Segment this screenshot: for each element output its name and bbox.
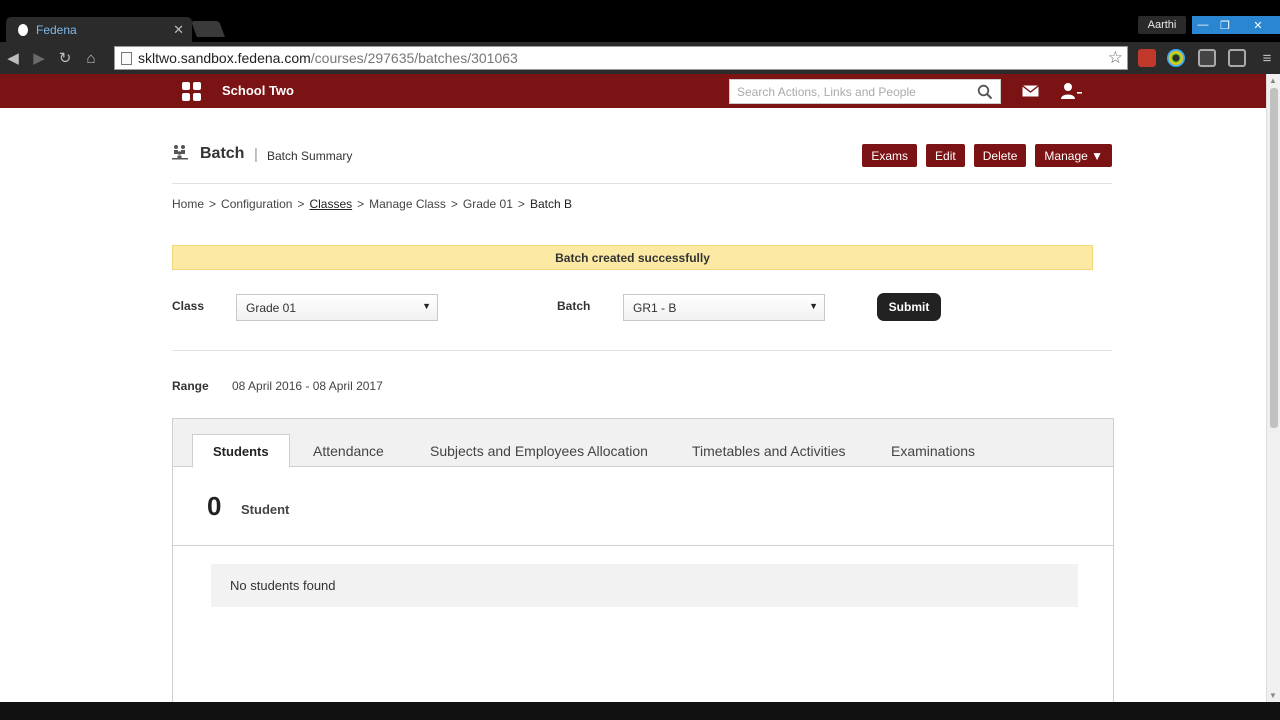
breadcrumb-separator: > [297,197,305,211]
breadcrumb-configuration[interactable]: Configuration [221,197,292,211]
url-host: skltwo.sandbox.fedena.com [138,50,311,66]
new-tab-button[interactable] [191,21,225,37]
range-label: Range [172,379,209,393]
batch-label: Batch [557,299,591,313]
header-divider [172,183,1112,184]
user-menu-icon[interactable] [1060,82,1084,100]
apps-grid-icon[interactable] [182,82,201,101]
maximize-icon[interactable]: ❐ [1214,16,1236,34]
manage-dropdown-button[interactable]: Manage ▼ [1035,144,1112,167]
page-scrollbar[interactable]: ▲ ▼ [1266,74,1280,702]
breadcrumb-separator: > [517,197,525,211]
extension-red-icon[interactable] [1138,49,1156,67]
page-title: Batch [200,145,245,162]
batch-people-icon [172,145,188,160]
page-subtitle: Batch Summary [267,149,353,163]
scrollbar-thumb[interactable] [1270,88,1278,428]
profile-button[interactable]: Aarthi [1138,16,1186,34]
scroll-down-arrow-icon[interactable]: ▼ [1269,691,1277,700]
address-bar[interactable]: skltwo.sandbox.fedena.com/courses/297635… [114,46,1128,70]
back-arrow-icon[interactable]: ◀ [0,45,26,71]
breadcrumb-manage-class[interactable]: Manage Class [369,197,446,211]
edit-button[interactable]: Edit [926,144,965,167]
bookmark-star-icon[interactable]: ☆ [1108,48,1123,68]
breadcrumb-current: Batch B [529,197,572,211]
breadcrumb-home[interactable]: Home [172,197,204,211]
browser-tab-title: Fedena [36,22,77,37]
home-icon[interactable]: ⌂ [78,45,104,71]
tab-students[interactable]: Students [192,434,290,468]
panel-divider [173,545,1113,546]
dropdown-arrow-icon: ▼ [422,301,431,311]
delete-button[interactable]: Delete [973,144,1027,167]
exams-button[interactable]: Exams [862,144,918,167]
extension-color-wheel-icon[interactable] [1167,49,1185,67]
browser-titlebar: Fedena ✕ Aarthi — ❐ ✕ [0,0,1280,42]
url-path: /courses/297635/batches/301063 [310,50,518,66]
form-divider [172,350,1112,351]
breadcrumb-separator: > [357,197,365,211]
extension-code-icon[interactable] [1228,49,1246,67]
class-label: Class [172,299,205,313]
tab-attendance[interactable]: Attendance [313,434,384,467]
range-value: 08 April 2016 - 08 April 2017 [232,379,383,393]
school-name[interactable]: School Two [222,83,294,98]
mail-icon[interactable] [1022,85,1039,97]
success-flash-message: Batch created successfully [172,245,1093,270]
class-select-value: Grade 01 [246,300,297,315]
scroll-up-arrow-icon[interactable]: ▲ [1269,76,1277,85]
title-separator: | [254,146,258,163]
chrome-menu-icon[interactable]: ≡ [1254,45,1280,71]
reload-icon[interactable]: ↻ [52,45,78,71]
window-controls: — ❐ ✕ [1192,16,1280,34]
breadcrumb: Home > Configuration > Classes > Manage … [172,197,572,211]
tab-close-icon[interactable]: ✕ [173,22,184,38]
page-header: Batch | Batch Summary Exams Edit Delete … [172,138,1112,168]
fedena-favicon-icon [18,23,28,36]
batch-select-value: GR1 - B [633,300,677,315]
header-actions: Exams Edit Delete Manage ▼ [862,144,1112,167]
student-count-label: Student [241,502,290,517]
dropdown-arrow-icon: ▼ [809,301,818,311]
batch-tabs-panel: Students Attendance Subjects and Employe… [172,418,1114,702]
browser-tab[interactable]: Fedena ✕ [6,17,192,42]
page-icon [121,51,132,65]
batch-select[interactable]: GR1 - B ▼ [623,294,825,321]
forward-arrow-icon[interactable]: ▶ [26,45,52,71]
student-count: 0 [207,491,222,521]
tab-timetables-activities[interactable]: Timetables and Activities [692,434,846,467]
breadcrumb-separator: > [450,197,458,211]
search-icon[interactable] [977,84,993,100]
extension-shield-icon[interactable] [1198,49,1216,67]
tab-examinations[interactable]: Examinations [891,434,975,467]
no-students-message: No students found [211,564,1078,607]
submit-button[interactable]: Submit [877,293,941,321]
app-header-bar: School Two [0,74,1266,108]
close-window-icon[interactable]: ✕ [1236,16,1280,34]
breadcrumb-separator: > [209,197,217,211]
minimize-icon[interactable]: — [1192,16,1214,34]
tab-bar: Students Attendance Subjects and Employe… [173,419,1113,468]
browser-toolbar: ◀ ▶ ↻ ⌂ skltwo.sandbox.fedena.com/course… [0,42,1280,74]
search-input[interactable] [737,84,977,99]
breadcrumb-grade[interactable]: Grade 01 [463,197,513,211]
breadcrumb-classes[interactable]: Classes [309,197,352,211]
class-select[interactable]: Grade 01 ▼ [236,294,438,321]
search-box [729,79,1001,104]
window-bottom-edge [0,702,1280,720]
page-viewport: School Two Batch | Batch Summary [0,74,1266,702]
tab-subjects-employees-allocation[interactable]: Subjects and Employees Allocation [430,434,648,467]
